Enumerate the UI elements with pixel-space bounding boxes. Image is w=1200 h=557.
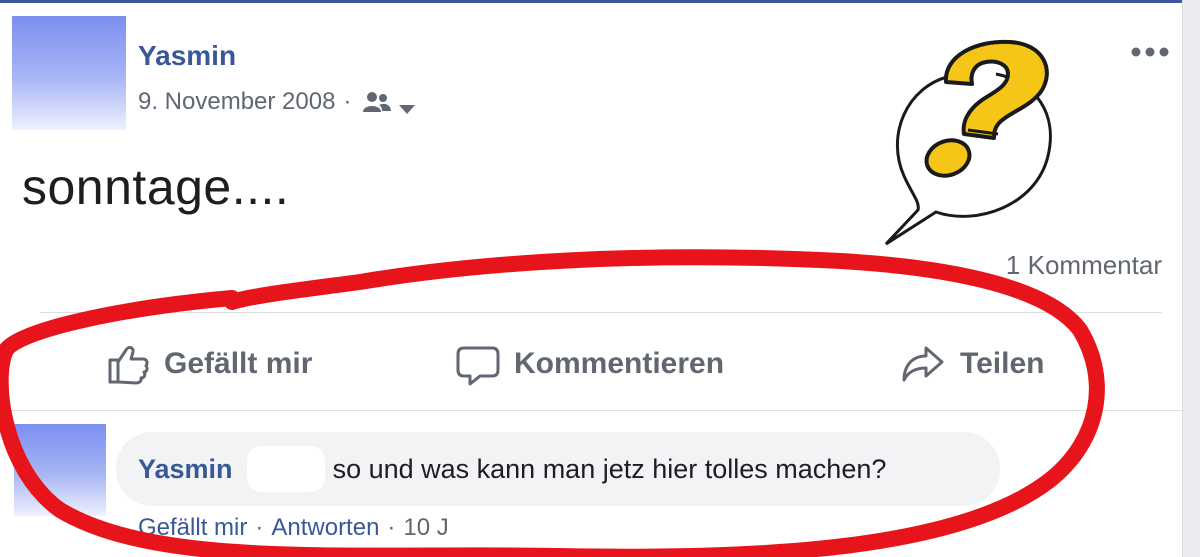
redacted-surname: [246, 446, 325, 492]
question-mark-sticker-icon: [876, 26, 1066, 250]
comment-author[interactable]: Yasmin: [138, 454, 233, 485]
post-text: sonntage....: [22, 159, 290, 215]
comment-bubble: Yasmin so und was kann man jetz hier tol…: [116, 432, 1000, 506]
comment-count-link[interactable]: 1 Kommentar: [1006, 250, 1162, 281]
comment-timestamp[interactable]: 10 J: [403, 514, 448, 542]
comment-reply-link[interactable]: Antworten: [271, 514, 379, 542]
comment-like-link[interactable]: Gefällt mir: [138, 514, 247, 542]
share-label: Teilen: [960, 347, 1045, 380]
post-date[interactable]: 9. November 2008: [138, 88, 335, 116]
comment-button[interactable]: Kommentieren: [456, 336, 724, 392]
comment-text: so und was kann man jetz hier tolles mac…: [332, 453, 887, 484]
commenter-avatar[interactable]: [14, 424, 106, 516]
like-button[interactable]: Gefällt mir: [106, 336, 312, 392]
separator: ·: [255, 514, 264, 541]
author-avatar[interactable]: [12, 16, 126, 130]
comment-bubble-icon: [456, 346, 500, 386]
comment-label: Kommentieren: [514, 347, 725, 380]
separator: ·: [387, 514, 396, 541]
more-options-icon[interactable]: [1128, 38, 1172, 66]
share-button[interactable]: Teilen: [900, 336, 1044, 392]
thumbs-up-icon: [108, 346, 149, 385]
post-meta: 9. November 2008 ·: [138, 88, 417, 116]
share-arrow-icon: [902, 346, 944, 382]
comment-actions: Gefällt mir · Antworten · 10 J: [138, 514, 449, 542]
author-name[interactable]: Yasmin: [138, 40, 236, 72]
page-scroll-edge: [1182, 0, 1200, 557]
friends-icon[interactable]: [361, 90, 393, 114]
divider: [40, 312, 1162, 313]
chevron-down-icon[interactable]: [397, 95, 417, 114]
like-label: Gefällt mir: [164, 347, 313, 380]
meta-separator: ·: [343, 88, 352, 115]
divider: [0, 410, 1182, 411]
